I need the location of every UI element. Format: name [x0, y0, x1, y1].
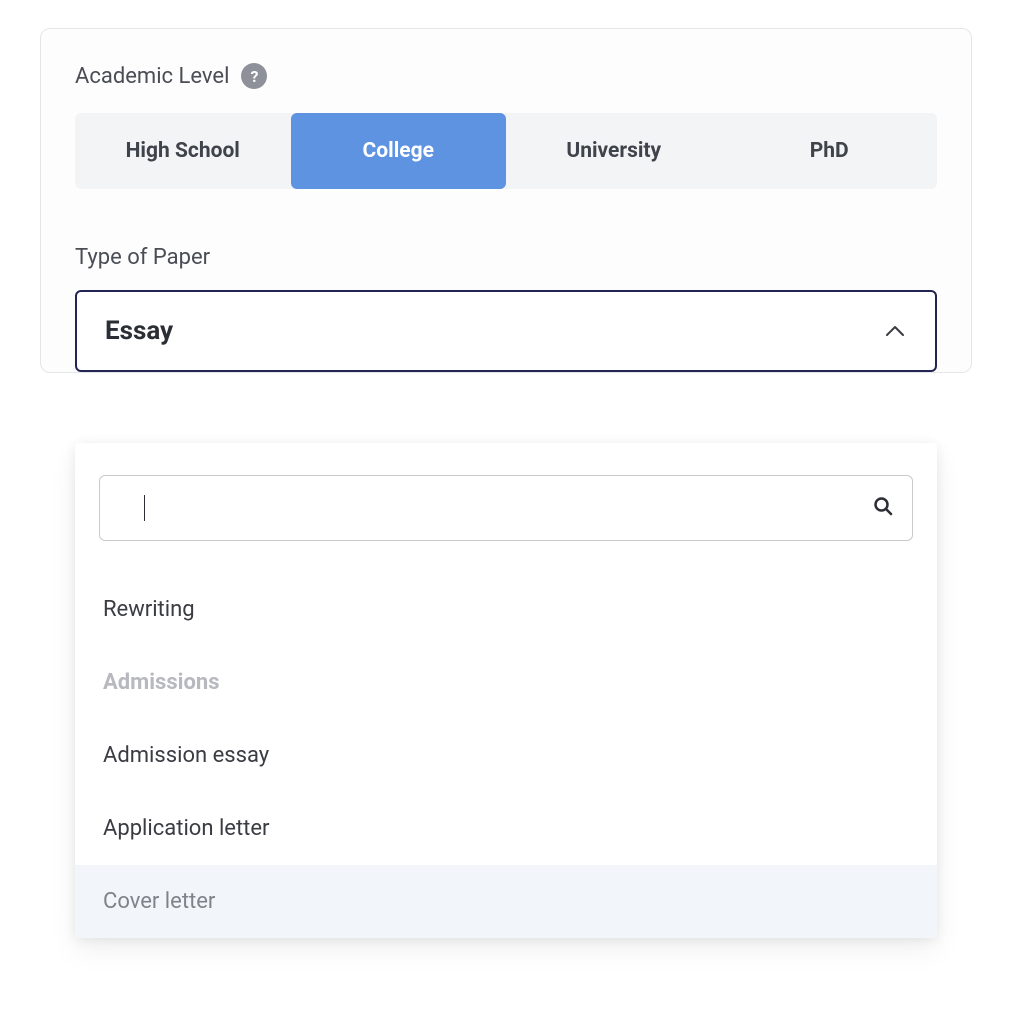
type-of-paper-label: Type of Paper [75, 245, 937, 270]
form-card: Academic Level ? High School College Uni… [40, 28, 972, 373]
option-group-admissions: Admissions [75, 646, 937, 719]
text-caret [144, 495, 145, 521]
type-of-paper-dropdown: Rewriting Admissions Admission essay App… [75, 443, 937, 938]
type-of-paper-value: Essay [105, 316, 173, 346]
search-icon [873, 496, 893, 520]
type-of-paper-select[interactable]: Essay [75, 290, 937, 372]
dropdown-options: Rewriting Admissions Admission essay App… [75, 563, 937, 938]
help-icon[interactable]: ? [241, 63, 267, 89]
tab-college[interactable]: College [291, 113, 507, 189]
dropdown-search-input[interactable] [99, 475, 913, 541]
tab-phd[interactable]: PhD [722, 113, 938, 189]
chevron-up-icon [885, 325, 905, 337]
option-admission-essay[interactable]: Admission essay [75, 719, 937, 792]
tab-high-school[interactable]: High School [75, 113, 291, 189]
dropdown-search-wrap [99, 475, 913, 541]
academic-level-label: Academic Level [75, 64, 229, 89]
option-rewriting[interactable]: Rewriting [75, 573, 937, 646]
option-application-letter[interactable]: Application letter [75, 792, 937, 865]
academic-level-label-row: Academic Level ? [75, 63, 937, 89]
option-cover-letter[interactable]: Cover letter [75, 865, 937, 938]
tab-university[interactable]: University [506, 113, 722, 189]
academic-level-tabs: High School College University PhD [75, 113, 937, 189]
